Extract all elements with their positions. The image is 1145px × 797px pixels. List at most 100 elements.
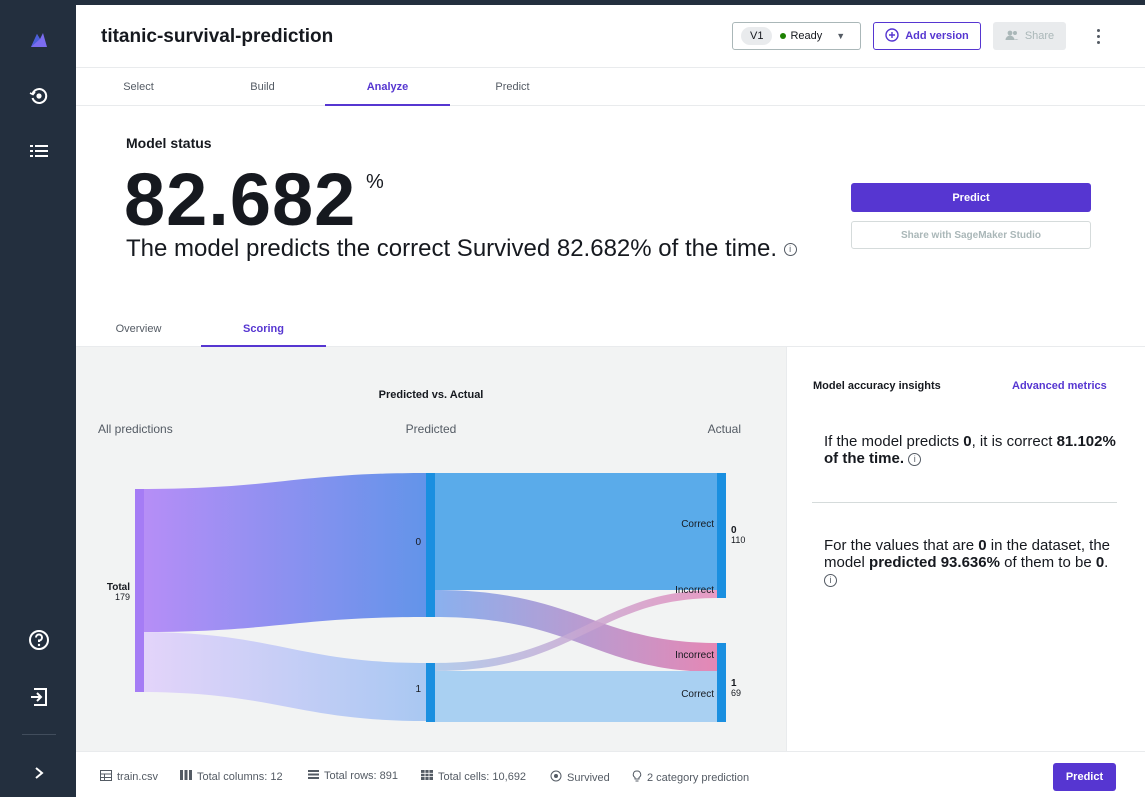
rows-icon [308, 770, 319, 782]
info-icon[interactable]: i [824, 573, 837, 587]
footer-columns-text: Total columns: 12 [197, 770, 283, 783]
footer-rows-text: Total rows: 891 [324, 770, 398, 782]
insight-value: predicted 93.636% [869, 554, 1000, 571]
info-icon[interactable]: i [783, 243, 797, 257]
node-pred0-label: 0 [415, 537, 421, 548]
node-pred1 [426, 663, 435, 722]
insight-recall: For the values that are 0 in the dataset… [824, 537, 1119, 588]
analysis-subtabs: Overview Scoring [76, 311, 1145, 347]
label-incorrect-1: Incorrect [675, 650, 714, 661]
node-actual1 [717, 643, 726, 722]
status-indicator: Ready [780, 30, 822, 42]
tab-build[interactable]: Build [200, 68, 325, 106]
insight-value: 0 [963, 433, 972, 450]
target-icon [550, 770, 562, 785]
share-button[interactable]: Share [993, 22, 1066, 50]
link-pred1-correct1 [435, 671, 717, 722]
node-total [135, 489, 144, 692]
insight-value: 0 [1095, 554, 1105, 571]
chart-title: Predicted vs. Actual [379, 389, 484, 401]
dataset-footer: train.csv Total columns: 12 Total rows: … [76, 751, 1145, 797]
sankey-panel: Predicted vs. Actual All predictions Pre… [76, 347, 786, 751]
share-users-icon [1005, 29, 1019, 44]
add-circle-icon [885, 27, 899, 45]
workflow-tabs: Select Build Analyze Predict [76, 68, 1145, 106]
info-icon[interactable]: i [908, 452, 922, 466]
footer-prediction-type: 2 category prediction [632, 770, 749, 785]
insight-divider [812, 502, 1117, 503]
insight-value: 0 [978, 537, 987, 554]
list-icon[interactable] [26, 138, 52, 164]
sankey-chart: Predicted vs. Actual All predictions Pre… [98, 389, 745, 722]
footer-cells: Total cells: 10,692 [421, 770, 526, 783]
node-total-value: 179 [115, 592, 130, 602]
footer-target-text: Survived [567, 771, 610, 784]
sign-out-icon[interactable] [26, 684, 52, 710]
col-label-all: All predictions [98, 422, 173, 436]
accuracy-description: The model predicts the correct Survived … [126, 233, 826, 264]
tab-predict[interactable]: Predict [450, 68, 575, 106]
footer-file-name: train.csv [117, 771, 158, 783]
label-correct-0: Correct [681, 519, 714, 530]
add-version-button[interactable]: Add version [873, 22, 981, 50]
link-total-pred1 [139, 632, 426, 721]
add-version-label: Add version [905, 30, 969, 42]
insights-panel: Model accuracy insights Advanced metrics… [786, 347, 1145, 751]
link-total-pred0 [139, 473, 426, 632]
chevron-down-icon: ▼ [836, 31, 846, 41]
help-icon[interactable] [26, 627, 52, 653]
footer-target: Survived [550, 770, 610, 785]
rail-divider [22, 734, 56, 735]
table-icon [100, 770, 112, 784]
node-pred0 [426, 473, 435, 617]
lightbulb-icon [632, 770, 642, 785]
page-header: titanic-survival-prediction V1 Ready ▼ A… [76, 5, 1145, 68]
insight-text: For the values that are [824, 537, 979, 554]
link-pred0-correct0 [435, 473, 717, 590]
columns-icon [180, 770, 192, 783]
label-incorrect-0: Incorrect [675, 585, 714, 596]
nav-rail [0, 0, 76, 797]
predict-footer-button[interactable]: Predict [1053, 763, 1116, 791]
node-actual1-count: 69 [731, 688, 741, 698]
col-label-predicted: Predicted [406, 422, 457, 436]
node-actual0 [717, 473, 726, 598]
footer-prediction-type-text: 2 category prediction [647, 771, 750, 784]
expand-icon[interactable] [26, 760, 52, 786]
page-title: titanic-survival-prediction [101, 26, 334, 47]
cells-icon [421, 770, 433, 783]
more-vert-icon[interactable] [1090, 25, 1106, 47]
insight-text: , it is correct [971, 433, 1057, 450]
insight-text: . [1104, 554, 1109, 571]
share-studio-button[interactable]: Share with SageMaker Studio [851, 221, 1091, 249]
insight-text: of them to be [999, 554, 1096, 571]
version-badge: V1 [741, 27, 773, 45]
canvas-logo-icon[interactable] [26, 27, 52, 53]
footer-rows: Total rows: 891 [308, 770, 398, 782]
models-icon[interactable] [26, 83, 52, 109]
tab-select[interactable]: Select [76, 68, 201, 106]
insights-title: Model accuracy insights [813, 380, 941, 392]
node-actual0-count: 110 [731, 535, 745, 545]
status-dot [780, 33, 787, 39]
footer-columns: Total columns: 12 [180, 770, 283, 783]
main-panel: titanic-survival-prediction V1 Ready ▼ A… [76, 5, 1145, 797]
label-correct-1: Correct [681, 689, 714, 700]
accuracy-value: 82.682 [124, 158, 357, 241]
accuracy-percent-sign: % [366, 171, 384, 193]
version-select[interactable]: V1 Ready ▼ [732, 22, 861, 50]
status-text: Ready [790, 30, 823, 42]
advanced-metrics-link[interactable]: Advanced metrics [1012, 380, 1107, 392]
footer-file: train.csv [100, 770, 158, 784]
insight-precision: If the model predicts 0, it is correct 8… [824, 433, 1119, 467]
tab-overview[interactable]: Overview [76, 311, 201, 347]
insight-text: If the model predicts [824, 433, 964, 450]
share-label: Share [1024, 30, 1055, 42]
tab-analyze[interactable]: Analyze [325, 68, 450, 106]
tab-scoring[interactable]: Scoring [201, 311, 326, 347]
model-status-heading: Model status [126, 135, 212, 151]
footer-cells-text: Total cells: 10,692 [438, 770, 527, 783]
col-label-actual: Actual [708, 422, 741, 436]
predict-button[interactable]: Predict [851, 183, 1091, 212]
accuracy-description-text: The model predicts the correct Survived … [126, 235, 777, 262]
